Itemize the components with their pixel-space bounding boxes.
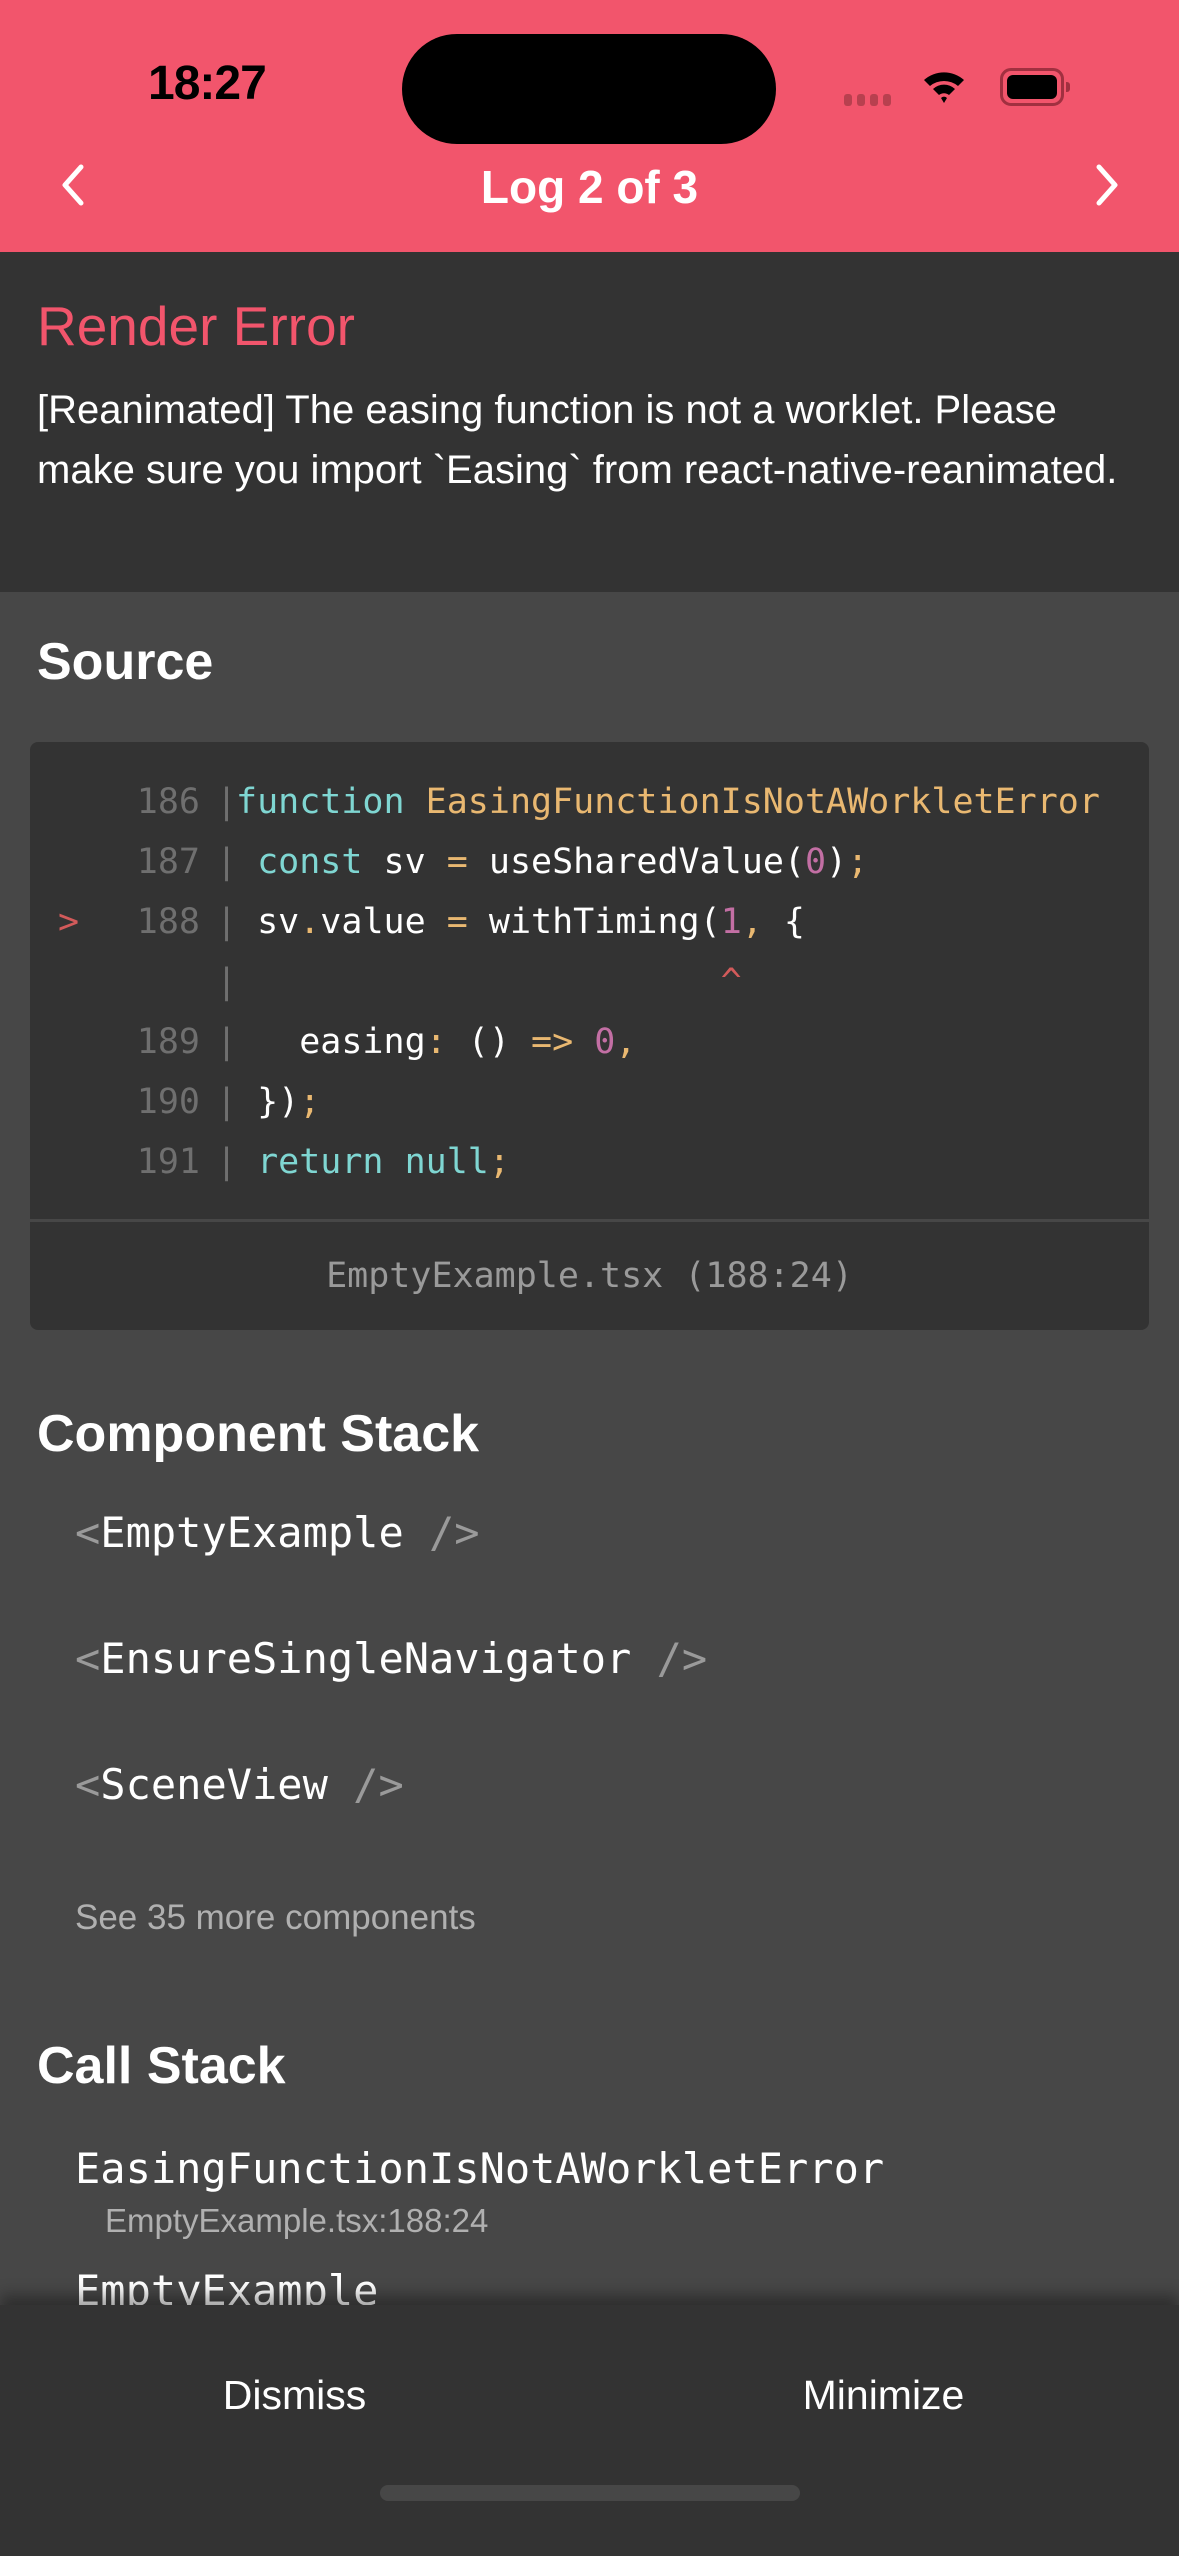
tag-open: < xyxy=(75,1508,101,1557)
component-stack-item: <EnsureSingleNavigator /> xyxy=(75,1634,707,1683)
code-text: }); xyxy=(236,1082,321,1122)
minimize-button[interactable]: Minimize xyxy=(589,2355,1178,2435)
code-line: 187 | const sv = useSharedValue(0); xyxy=(30,832,1149,892)
gutter-separator: | xyxy=(216,842,238,882)
line-number: 186 xyxy=(136,782,200,822)
code-line: 186 | function EasingFunctionIsNotAWorklet… xyxy=(30,772,1149,832)
tag-close: /> xyxy=(403,1508,480,1557)
error-line-marker: > xyxy=(58,902,80,942)
line-number: 187 xyxy=(136,842,200,882)
call-stack-frame[interactable]: EasingFunctionIsNotAWorkletError xyxy=(75,2144,884,2193)
cellular-signal-icon xyxy=(844,94,891,106)
code-line: 191 | return null; xyxy=(30,1132,1149,1192)
source-heading: Source xyxy=(37,633,214,691)
code-text: const sv = useSharedValue(0); xyxy=(257,842,869,882)
call-stack-heading: Call Stack xyxy=(37,2037,286,2095)
chevron-right-icon xyxy=(1096,164,1118,206)
code-text: return null; xyxy=(257,1142,510,1182)
component-name: SceneView xyxy=(100,1760,328,1809)
call-stack-frame-location: EmptyExample.tsx:188:24 xyxy=(105,2202,489,2239)
code-line: | ^ xyxy=(30,952,1149,1012)
header-bar: 18:27 Log 2 of 3 xyxy=(0,0,1179,252)
gutter-separator: | xyxy=(216,902,238,942)
line-number: 191 xyxy=(136,1142,200,1182)
dismiss-button[interactable]: Dismiss xyxy=(0,2355,589,2435)
wifi-icon xyxy=(924,72,964,103)
code-frame: 186 | function EasingFunctionIsNotAWorklet… xyxy=(30,742,1149,1330)
battery-icon xyxy=(1000,68,1070,106)
error-message: [Reanimated] The easing function is not … xyxy=(37,388,1118,492)
error-section: Render Error [Reanimated] The easing fun… xyxy=(0,252,1179,592)
gutter-separator: | xyxy=(216,1082,238,1122)
component-name: EnsureSingleNavigator xyxy=(100,1634,632,1683)
tag-open: < xyxy=(75,1760,101,1809)
component-stack-heading: Component Stack xyxy=(37,1405,480,1463)
see-more-components-link[interactable]: See 35 more components xyxy=(75,1898,476,1938)
gutter-separator: | xyxy=(216,782,238,822)
code-text: function EasingFunctionIsNotAWorkletErro… xyxy=(236,782,1100,822)
line-number: 190 xyxy=(136,1082,200,1122)
tag-open: < xyxy=(75,1634,101,1683)
dynamic-island xyxy=(402,34,776,144)
line-number: 189 xyxy=(136,1022,200,1062)
footer-actions: Dismiss Minimize xyxy=(0,2305,1179,2556)
status-time: 18:27 xyxy=(148,57,267,110)
code-text: ^ xyxy=(236,962,742,1002)
next-log-button[interactable] xyxy=(1078,155,1138,215)
component-stack-item: <SceneView /> xyxy=(75,1760,404,1809)
log-counter-title: Log 2 of 3 xyxy=(480,161,699,213)
tag-close: /> xyxy=(327,1760,404,1809)
code-line: 190 | }); xyxy=(30,1072,1149,1132)
code-text: sv.value = withTiming(1, { xyxy=(236,902,805,942)
code-line: 189 | easing: () => 0, xyxy=(30,1012,1149,1072)
component-name: EmptyExample xyxy=(100,1508,404,1557)
code-line: >188 | sv.value = withTiming(1, { xyxy=(30,892,1149,952)
line-number: 188 xyxy=(136,902,200,942)
gutter-separator: | xyxy=(216,1142,238,1182)
code-file-location[interactable]: EmptyExample.tsx (188:24) xyxy=(30,1219,1149,1330)
component-stack-item: <EmptyExample /> xyxy=(75,1508,480,1557)
code-lines: 186 | function EasingFunctionIsNotAWorklet… xyxy=(30,772,1149,1192)
error-type: Render Error xyxy=(37,295,355,357)
gutter-separator: | xyxy=(216,1022,238,1062)
home-indicator[interactable] xyxy=(380,2485,800,2501)
code-text: easing: () => 0, xyxy=(236,1022,637,1062)
tag-close: /> xyxy=(631,1634,708,1683)
gutter-separator: | xyxy=(216,962,238,1002)
